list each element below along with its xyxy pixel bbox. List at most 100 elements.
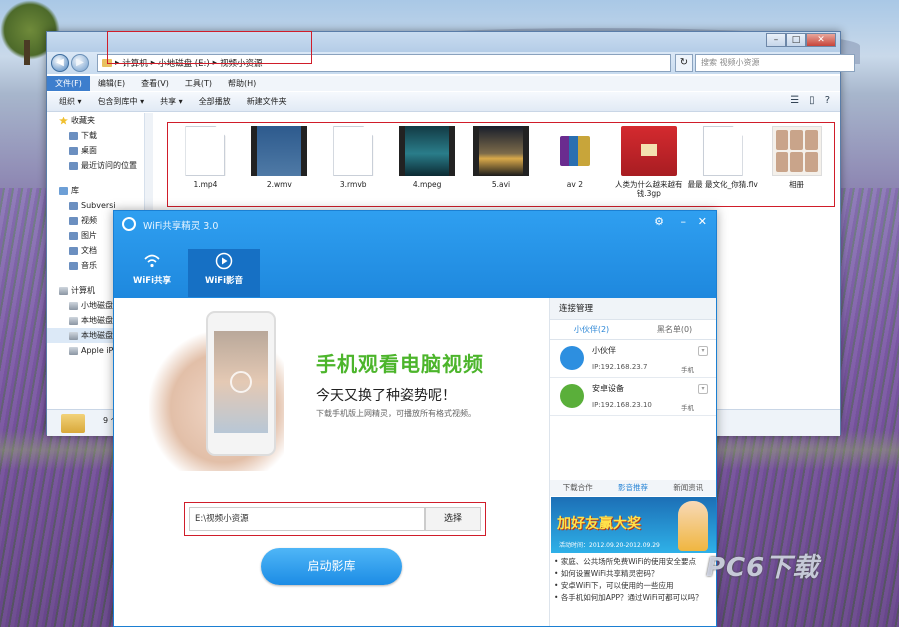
- news-text: 各手机如何加APP？通过WiFi可都可以吗？: [560, 593, 703, 602]
- chevron-down-icon[interactable]: ▾: [698, 346, 708, 356]
- wifi-header: WiFi共享精灵 3.0 ⚙ – ✕ WiFi共享 WiFi影音: [114, 211, 716, 298]
- menu-tools[interactable]: 工具(T): [177, 76, 220, 91]
- banner-title: 加好友赢大奖: [557, 516, 641, 532]
- file-name: 5.avi: [491, 180, 511, 189]
- news-list: • 家庭、公共场所免费WiFi的使用安全要点 • 如何设置WiFi共享精灵密码？…: [550, 556, 716, 604]
- search-input[interactable]: 搜索 视频小资源: [695, 54, 855, 72]
- play-all-button[interactable]: 全部播放: [199, 96, 231, 107]
- tab-video-recommend[interactable]: 影音推荐: [605, 480, 660, 496]
- android-icon: [560, 384, 584, 408]
- drive-icon: [69, 331, 78, 340]
- sidebar-item-label: 库: [71, 186, 79, 195]
- sidebar-item-downloads[interactable]: 下载: [47, 128, 144, 143]
- file-name: 1.mp4: [193, 180, 218, 189]
- wifi-sharing-window: WiFi共享精灵 3.0 ⚙ – ✕ WiFi共享 WiFi影音 手机观看电脑视…: [113, 210, 717, 627]
- help-icon[interactable]: ?: [825, 95, 830, 106]
- banner-figure: [678, 501, 708, 551]
- sidebar-item-label: 图片: [81, 231, 97, 240]
- file-item[interactable]: 1.mp4: [170, 126, 241, 203]
- share-button[interactable]: 共享 ▾: [160, 96, 183, 107]
- file-item[interactable]: 3.rmvb: [318, 126, 389, 203]
- sidebar-item-label: 收藏夹: [71, 116, 95, 125]
- phone-illustration: [206, 311, 276, 456]
- minimize-button[interactable]: –: [766, 33, 786, 47]
- folder-icon: [69, 231, 78, 240]
- tab-news[interactable]: 新闻资讯: [661, 480, 716, 496]
- file-item[interactable]: av 2: [539, 126, 610, 203]
- close-button[interactable]: ✕: [806, 33, 836, 47]
- file-icon: [185, 126, 226, 176]
- menu-file[interactable]: 文件(F): [47, 76, 90, 91]
- file-item[interactable]: 5.avi: [466, 126, 537, 203]
- back-button[interactable]: ◀: [51, 54, 69, 72]
- device-tag: 手机: [681, 404, 694, 412]
- file-list: 1.mp4 2.wmv 3.rmvb 4.mpeg 5.avi av 2 人类为…: [167, 122, 835, 207]
- file-item[interactable]: 4.mpeg: [392, 126, 463, 203]
- menu-edit[interactable]: 编辑(E): [90, 76, 133, 91]
- menu-help[interactable]: 帮助(H): [220, 76, 264, 91]
- tab-wifi-video[interactable]: WiFi影音: [188, 249, 260, 297]
- red-card-thumbnail-icon: [620, 126, 677, 176]
- file-item[interactable]: 人类为什么越来越有钱.3gp: [613, 126, 684, 203]
- hero-title: 手机观看电脑视频: [316, 352, 484, 376]
- sidebar-item-recent[interactable]: 最近访问的位置: [47, 158, 144, 173]
- sidebar-item-desktop[interactable]: 桌面: [47, 143, 144, 158]
- minimize-button[interactable]: –: [681, 215, 687, 228]
- sidebar-item-libraries[interactable]: 库: [47, 183, 144, 198]
- menu-view[interactable]: 查看(V): [133, 76, 177, 91]
- file-item[interactable]: 相册: [761, 126, 832, 203]
- iphone-icon: [560, 346, 584, 370]
- file-item[interactable]: 最最 最文化_你猜.flv: [687, 126, 758, 203]
- sidebar-item-label: 本地磁盘: [81, 331, 113, 340]
- settings-gear-icon[interactable]: ⚙: [654, 215, 664, 228]
- start-library-button[interactable]: 启动影库: [261, 548, 402, 585]
- sidebar-item-label: Subversi: [81, 201, 116, 210]
- video-folder-path-input[interactable]: E:\视频小资源: [189, 507, 425, 531]
- folder-icon: [69, 261, 78, 270]
- tab-download-partner[interactable]: 下载合作: [550, 480, 605, 496]
- view-options-icon[interactable]: ☰: [790, 95, 799, 106]
- sidebar-item-label: 最近访问的位置: [81, 161, 137, 170]
- chevron-down-icon[interactable]: ▾: [698, 384, 708, 394]
- file-name: 相册: [789, 180, 805, 189]
- command-toolbar: 组织 ▾ 包含到库中 ▾ 共享 ▾ 全部播放 新建文件夹 ☰ ▯ ?: [47, 92, 840, 112]
- device-row[interactable]: 安卓设备 IP:192.168.23.10 手机 ▾: [550, 378, 716, 416]
- computer-icon: [59, 286, 68, 295]
- refresh-button[interactable]: ↻: [675, 54, 693, 72]
- tab-label: WiFi影音: [204, 276, 243, 286]
- choose-folder-button[interactable]: 选择: [425, 507, 481, 531]
- sidebar-item-label: 计算机: [71, 286, 95, 295]
- news-link[interactable]: • 家庭、公共场所免费WiFi的使用安全要点: [550, 556, 716, 568]
- tree-trunk: [24, 40, 30, 65]
- device-ip: IP:192.168.23.7: [592, 363, 648, 371]
- device-row[interactable]: 小伙伴 IP:192.168.23.7 手机 ▾: [550, 340, 716, 378]
- tab-blacklist[interactable]: 黑名单(0): [633, 320, 716, 339]
- maximize-button[interactable]: □: [786, 33, 806, 47]
- close-button[interactable]: ✕: [698, 215, 707, 228]
- preview-pane-icon[interactable]: ▯: [809, 95, 815, 106]
- news-link[interactable]: • 如何设置WiFi共享精灵密码？: [550, 568, 716, 580]
- news-link[interactable]: • 安卓WiFi下，可以使用的一些应用: [550, 580, 716, 592]
- sidebar-item-label: 下载: [81, 131, 97, 140]
- sidebar-item-label: 文档: [81, 246, 97, 255]
- site-watermark: PC6下载: [706, 553, 820, 583]
- tab-wifi-share[interactable]: WiFi共享: [116, 249, 188, 297]
- organize-button[interactable]: 组织 ▾: [59, 96, 82, 107]
- file-icon: [333, 126, 374, 176]
- wifi-icon: [143, 252, 161, 270]
- sidebar-item-favorites[interactable]: 收藏夹: [47, 113, 144, 128]
- news-link[interactable]: • 各手机如何加APP？通过WiFi可都可以吗？: [550, 592, 716, 604]
- promo-banner[interactable]: 加好友赢大奖 活动时间：2012.09.20-2012.09.29: [551, 497, 716, 553]
- forward-button[interactable]: ▶: [71, 54, 89, 72]
- include-library-button[interactable]: 包含到库中 ▾: [98, 96, 145, 107]
- file-name: 3.rmvb: [339, 180, 367, 189]
- sidebar-item-label: 小地磁盘: [81, 301, 113, 310]
- new-folder-button[interactable]: 新建文件夹: [247, 96, 287, 107]
- toolbar-right: ☰ ▯ ?: [790, 95, 830, 106]
- path-selector-highlight: E:\视频小资源 选择: [184, 502, 486, 536]
- play-icon: [230, 371, 252, 393]
- sidebar-item-label: 视频: [81, 216, 97, 225]
- news-text: 家庭、公共场所免费WiFi的使用安全要点: [560, 557, 696, 566]
- file-item[interactable]: 2.wmv: [244, 126, 315, 203]
- tab-friends[interactable]: 小伙伴(2): [550, 320, 633, 339]
